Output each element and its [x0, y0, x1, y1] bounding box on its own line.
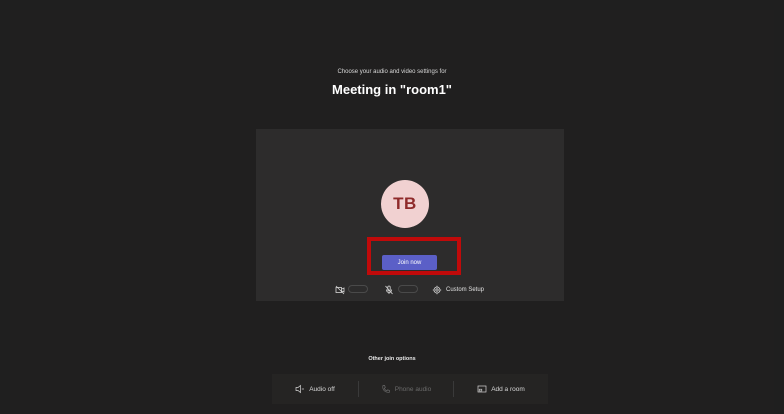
- phone-audio-option[interactable]: Phone audio: [359, 374, 453, 404]
- mic-off-icon: [384, 285, 394, 295]
- meeting-title: Meeting in "room1": [332, 82, 452, 97]
- custom-setup-button[interactable]: Custom Setup: [432, 285, 484, 295]
- custom-setup-label: Custom Setup: [446, 287, 485, 293]
- camera-toggle[interactable]: [348, 285, 368, 293]
- add-a-room-option[interactable]: Add a room: [454, 374, 548, 404]
- speaker-off-icon: [295, 384, 305, 394]
- phone-icon: [382, 385, 390, 393]
- add-a-room-label: Add a room: [491, 385, 525, 393]
- video-preview-panel: TB Join now Custom Setup: [256, 129, 564, 301]
- other-join-options: Audio off Phone audio Add a room: [272, 374, 548, 404]
- join-now-button[interactable]: Join now: [382, 255, 437, 270]
- other-join-options-heading: Other join options: [368, 356, 416, 362]
- gear-icon: [432, 285, 442, 295]
- phone-audio-label: Phone audio: [394, 385, 432, 393]
- avatar: TB: [381, 180, 429, 228]
- audio-off-label: Audio off: [309, 385, 335, 393]
- meeting-subtitle: Choose your audio and video settings for: [337, 69, 447, 75]
- device-controls: Custom Setup: [256, 284, 564, 296]
- camera-icon: [335, 285, 345, 295]
- audio-off-option[interactable]: Audio off: [272, 374, 358, 404]
- cast-icon: [477, 385, 487, 393]
- mic-toggle[interactable]: [398, 285, 418, 293]
